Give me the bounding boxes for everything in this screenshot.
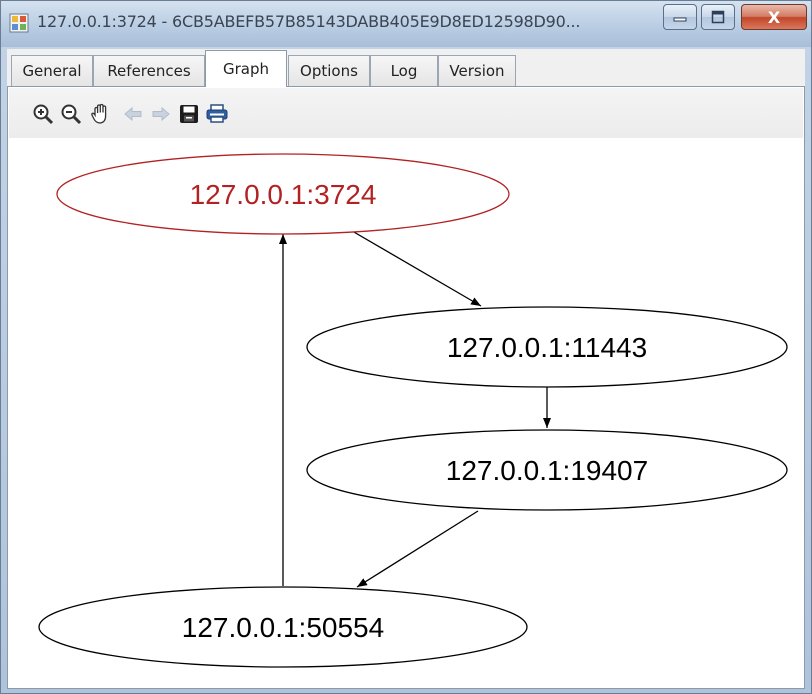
graph-tab-panel: 127.0.0.1:3724 127.0.0.1:11443 127.0.0.1… (7, 87, 805, 689)
tab-general[interactable]: General (11, 55, 93, 86)
zoom-in-button[interactable] (31, 102, 55, 126)
node-label: 127.0.0.1:3724 (190, 179, 377, 210)
minimize-button[interactable] (663, 4, 697, 30)
zoom-out-button[interactable] (59, 102, 83, 126)
graph-node[interactable]: 127.0.0.1:50554 (38, 586, 528, 668)
pan-hand-icon (91, 103, 107, 124)
graph-toolbar (9, 88, 803, 138)
print-button[interactable] (205, 102, 229, 126)
app-window-icon[interactable] (9, 13, 29, 33)
pan-button[interactable] (89, 102, 113, 126)
forward-arrow-icon (152, 106, 170, 122)
tab-version[interactable]: Version (438, 55, 516, 86)
edge-3724-to-11443 (346, 227, 482, 307)
close-icon: X (767, 7, 781, 27)
tab-graph[interactable]: Graph (205, 50, 287, 87)
tab-log[interactable]: Log (370, 55, 438, 86)
tab-references[interactable]: References (93, 55, 205, 86)
minimize-icon (673, 17, 687, 22)
save-icon (180, 105, 198, 123)
node-label: 127.0.0.1:11443 (447, 332, 647, 363)
edge-19407-to-50554 (356, 510, 479, 588)
maximize-icon (711, 10, 725, 24)
back-arrow-icon (124, 106, 142, 122)
title-bar[interactable]: 127.0.0.1:3724 - 6CB5ABEFB57B85143DABB40… (1, 1, 811, 47)
node-label: 127.0.0.1:50554 (182, 612, 384, 643)
tab-options[interactable]: Options (288, 55, 370, 86)
back-button[interactable] (121, 102, 145, 126)
graph-node[interactable]: 127.0.0.1:19407 (306, 429, 788, 511)
application-window: 127.0.0.1:3724 - 6CB5ABEFB57B85143DABB40… (0, 0, 812, 694)
close-button[interactable]: X (741, 4, 807, 30)
graph-canvas[interactable]: 127.0.0.1:3724 127.0.0.1:11443 127.0.0.1… (9, 138, 803, 686)
node-label: 127.0.0.1:19407 (446, 455, 648, 486)
zoom-in-icon (33, 104, 54, 125)
zoom-out-icon (61, 104, 82, 125)
graph-node[interactable]: 127.0.0.1:3724 (56, 153, 510, 235)
tab-strip: General References Graph Options Log Ver… (7, 49, 805, 87)
graph-node[interactable]: 127.0.0.1:11443 (306, 306, 788, 388)
save-button[interactable] (177, 102, 201, 126)
window-title: 127.0.0.1:3724 - 6CB5ABEFB57B85143DABB40… (37, 12, 581, 31)
maximize-button[interactable] (701, 4, 735, 30)
print-icon (206, 104, 228, 123)
graph-diagram: 127.0.0.1:3724 127.0.0.1:11443 127.0.0.1… (38, 153, 788, 668)
forward-button[interactable] (149, 102, 173, 126)
